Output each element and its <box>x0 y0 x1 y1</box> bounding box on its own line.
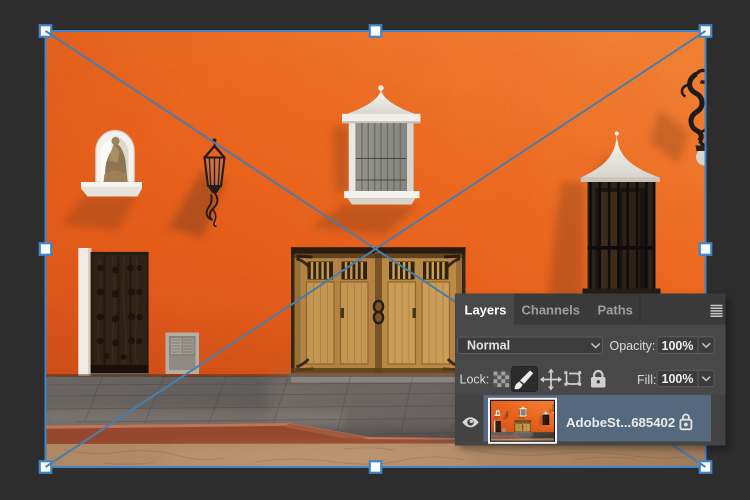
svg-text:Opacity:: Opacity: <box>610 339 656 353</box>
svg-text:Paths: Paths <box>598 303 633 318</box>
svg-text:Layers: Layers <box>465 303 507 318</box>
svg-text:Fill:: Fill: <box>637 373 656 387</box>
svg-text:Channels: Channels <box>522 303 581 318</box>
svg-text:100%: 100% <box>662 339 694 353</box>
svg-text:Lock:: Lock: <box>460 373 490 387</box>
svg-text:100%: 100% <box>662 372 694 386</box>
svg-text:Normal: Normal <box>467 339 510 353</box>
svg-text:AdobeSt...685402: AdobeSt...685402 <box>566 415 675 430</box>
